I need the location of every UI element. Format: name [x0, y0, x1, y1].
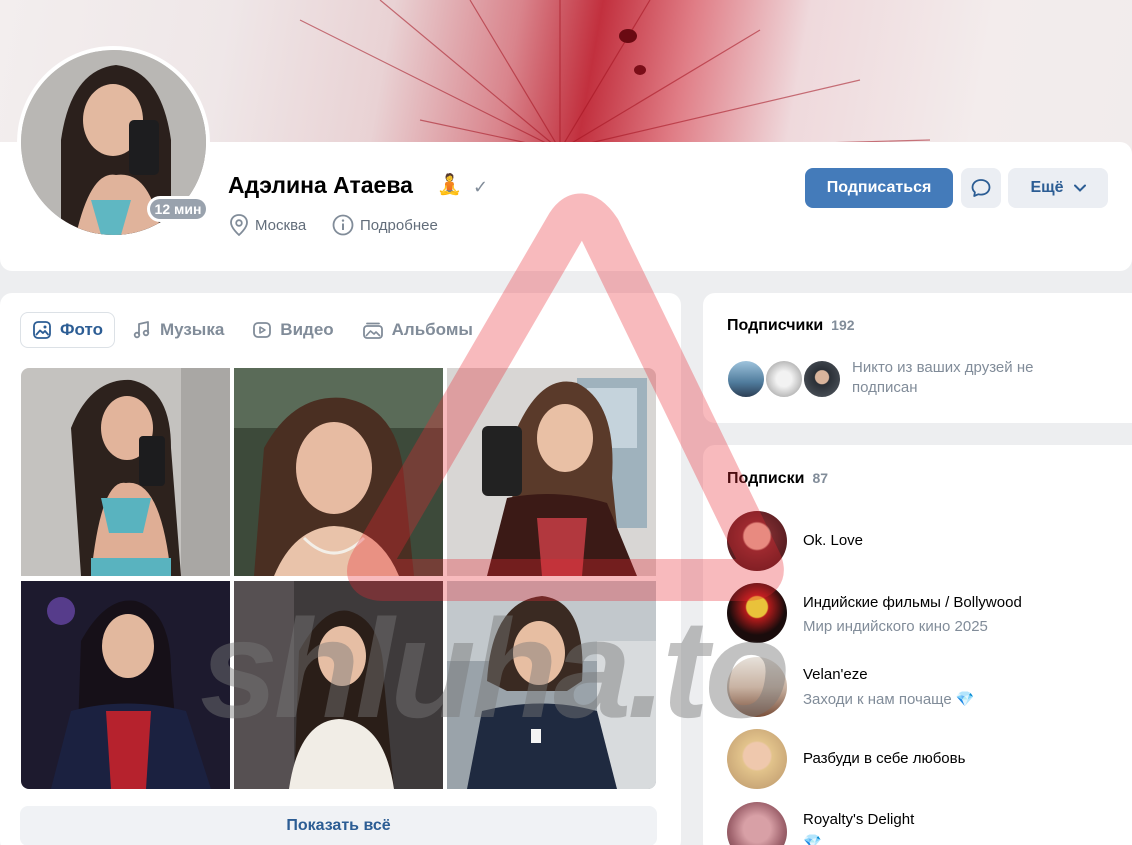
tab-video[interactable]: Видео — [241, 312, 344, 348]
community-name: Velan'eze — [803, 666, 868, 683]
photo-thumbnail[interactable] — [234, 581, 443, 789]
tab-video-label: Видео — [280, 320, 334, 339]
location-pin-icon — [230, 214, 248, 236]
tab-music[interactable]: Музыка — [121, 312, 235, 348]
profile-name: Адэлина Атаева — [228, 172, 413, 198]
community-name: Индийские фильмы / Bollywood — [803, 594, 1022, 611]
details-link[interactable]: Подробнее — [332, 214, 438, 236]
chevron-down-icon — [1073, 184, 1086, 192]
online-status-text: 12 мин — [150, 199, 206, 219]
followers-title: Подписчики — [727, 317, 824, 334]
community-description: Заходи к нам почаще 💎 — [803, 691, 975, 708]
status-emoji[interactable]: 🧘 — [437, 172, 462, 197]
community-name: Разбуди в себе любовь — [803, 750, 966, 767]
photo-thumbnail[interactable] — [447, 368, 656, 576]
media-tabs: Фото Музыка Видео Альбомы — [20, 312, 484, 348]
info-icon — [332, 214, 354, 236]
chat-bubble-icon — [971, 179, 991, 197]
tab-photo-label: Фото — [60, 320, 103, 339]
subscriptions-header[interactable]: Подписки 87 — [727, 470, 828, 488]
photo-thumbnail[interactable] — [447, 581, 656, 789]
community-avatar — [727, 511, 787, 571]
subscriptions-count: 87 — [812, 470, 829, 486]
image-icon — [33, 321, 51, 339]
check-icon[interactable]: ✓ — [473, 177, 488, 198]
photo-thumbnail[interactable] — [21, 368, 230, 576]
community-description: Мир индийского кино 2025 — [803, 618, 988, 635]
tab-albums[interactable]: Альбомы — [351, 312, 484, 348]
online-status-badge: 12 мин — [147, 196, 209, 222]
video-icon — [253, 322, 272, 338]
subscriptions-title: Подписки — [727, 470, 805, 487]
follower-avatar[interactable] — [802, 359, 842, 399]
community-avatar — [727, 729, 787, 789]
albums-icon — [362, 322, 383, 339]
more-button[interactable]: Ещё — [1008, 168, 1108, 208]
followers-header[interactable]: Подписчики 192 — [727, 317, 855, 335]
music-icon — [133, 321, 150, 339]
tab-music-label: Музыка — [159, 320, 225, 339]
photo-thumbnail[interactable] — [21, 581, 230, 789]
tab-photo[interactable]: Фото — [20, 312, 115, 348]
subscription-item[interactable]: Разбуди в себе любовь — [727, 729, 1127, 789]
show-all-photos-button[interactable]: Показать всё — [20, 806, 657, 845]
city-label: Москва — [255, 216, 307, 234]
details-label: Подробнее — [360, 216, 438, 234]
city-info: Москва — [229, 214, 306, 236]
community-avatar — [727, 802, 787, 845]
community-avatar — [727, 657, 787, 717]
community-name: Royalty's Delight — [803, 811, 915, 828]
tab-albums-label: Альбомы — [391, 320, 473, 339]
community-avatar — [727, 583, 787, 643]
community-name: Ok. Love — [803, 532, 864, 549]
message-button[interactable] — [961, 168, 1001, 208]
no-mutual-followers-note: Никто из ваших друзей не подписан — [852, 359, 1034, 396]
subscription-item[interactable]: Royalty's Delight 💎 — [727, 802, 1127, 845]
community-description: 💎 — [803, 834, 822, 845]
subscription-item[interactable]: Ok. Love — [727, 511, 1127, 571]
subscription-item[interactable]: Velan'eze Заходи к нам почаще 💎 — [727, 657, 1127, 717]
more-label: Ещё — [1030, 179, 1064, 196]
follower-avatar[interactable] — [764, 359, 804, 399]
photo-thumbnail[interactable] — [234, 368, 443, 576]
followers-count: 192 — [831, 317, 855, 333]
follower-avatar[interactable] — [726, 359, 766, 399]
subscribe-button[interactable]: Подписаться — [805, 168, 953, 208]
subscription-item[interactable]: Индийские фильмы / Bollywood Мир индийск… — [727, 583, 1127, 643]
